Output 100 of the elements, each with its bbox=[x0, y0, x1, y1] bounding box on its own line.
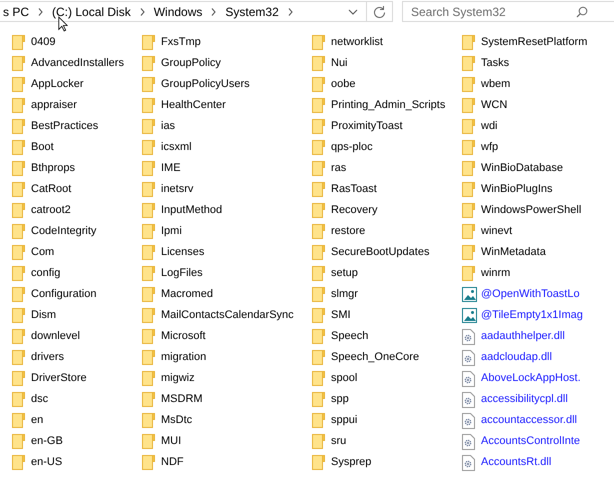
folder-name[interactable]: LogFiles bbox=[161, 265, 203, 282]
file-name[interactable]: accountaccessor.dll bbox=[481, 412, 577, 429]
search-icon[interactable] bbox=[576, 6, 588, 18]
folder-name[interactable]: Ipmi bbox=[161, 223, 182, 240]
folder-name[interactable]: DriverStore bbox=[31, 370, 87, 387]
folder-name[interactable]: Boot bbox=[31, 139, 54, 156]
folder-name[interactable]: networklist bbox=[331, 34, 383, 51]
folder-name[interactable]: config bbox=[31, 265, 60, 282]
search-input[interactable]: Search System32 bbox=[411, 2, 576, 20]
file-name[interactable]: AccountsControlInte bbox=[481, 433, 580, 450]
folder-name[interactable]: Recovery bbox=[331, 202, 378, 219]
breadcrumb-segment[interactable]: s PC bbox=[0, 2, 32, 20]
folder-name[interactable]: SystemResetPlatform bbox=[481, 34, 588, 51]
folder-name[interactable]: dsc bbox=[31, 391, 48, 408]
folder-name[interactable]: GroupPolicyUsers bbox=[161, 76, 250, 93]
refresh-icon[interactable] bbox=[373, 5, 386, 18]
gear-file-icon bbox=[462, 370, 475, 386]
folder-name[interactable]: 0409 bbox=[31, 34, 56, 51]
folder-name[interactable]: catroot2 bbox=[31, 202, 71, 219]
folder-name[interactable]: wfp bbox=[481, 139, 498, 156]
folder-name[interactable]: Licenses bbox=[161, 244, 204, 261]
folder-name[interactable]: ias bbox=[161, 118, 176, 135]
folder-name[interactable]: wbem bbox=[481, 76, 510, 93]
folder-name[interactable]: NDF bbox=[161, 454, 184, 471]
folder-name[interactable]: HealthCenter bbox=[161, 97, 226, 114]
folder-name[interactable]: sru bbox=[331, 433, 346, 450]
folder-name[interactable]: WinBioDatabase bbox=[481, 160, 563, 177]
chevron-icon[interactable] bbox=[211, 8, 216, 16]
file-name[interactable]: aadcloudap.dll bbox=[481, 349, 552, 366]
folder-icon bbox=[142, 224, 155, 239]
folder-name[interactable]: appraiser bbox=[31, 97, 77, 114]
folder-name[interactable]: restore bbox=[331, 223, 366, 240]
folder-name[interactable]: Bthprops bbox=[31, 160, 76, 177]
folder-name[interactable]: icsxml bbox=[161, 139, 192, 156]
folder-name[interactable]: MUI bbox=[161, 433, 182, 450]
folder-name[interactable]: WinBioPlugIns bbox=[481, 181, 553, 198]
folder-name[interactable]: sppui bbox=[331, 412, 358, 429]
folder-name[interactable]: en bbox=[31, 412, 44, 429]
folder-name[interactable]: SMI bbox=[331, 307, 351, 324]
folder-name[interactable]: en-US bbox=[31, 454, 62, 471]
folder-name[interactable]: WCN bbox=[481, 97, 508, 114]
folder-name[interactable]: winrm bbox=[481, 265, 510, 282]
file-name[interactable]: AboveLockAppHost. bbox=[481, 370, 581, 387]
folder-name[interactable]: Com bbox=[31, 244, 54, 261]
folder-name[interactable]: Tasks bbox=[481, 55, 510, 72]
folder-name[interactable]: FxsTmp bbox=[161, 34, 201, 51]
folder-name[interactable]: oobe bbox=[331, 76, 356, 93]
folder-name[interactable]: setup bbox=[331, 265, 358, 282]
dropdown-icon[interactable] bbox=[348, 8, 358, 14]
folder-name[interactable]: ras bbox=[331, 160, 346, 177]
folder-name[interactable]: downlevel bbox=[31, 328, 80, 345]
chevron-icon[interactable] bbox=[288, 8, 293, 16]
folder-name[interactable]: MsDtc bbox=[161, 412, 192, 429]
breadcrumb-segment[interactable]: (C:) Local Disk bbox=[49, 2, 134, 20]
folder-name[interactable]: Configuration bbox=[31, 286, 96, 303]
folder-name[interactable]: qps-ploc bbox=[331, 139, 373, 156]
folder-name[interactable]: wdi bbox=[481, 118, 498, 135]
chevron-icon[interactable] bbox=[140, 8, 145, 16]
file-name[interactable]: AccountsRt.dll bbox=[481, 454, 552, 471]
folder-name[interactable]: Macromed bbox=[161, 286, 213, 303]
folder-name[interactable]: WindowsPowerShell bbox=[481, 202, 582, 219]
folder-name[interactable]: InputMethod bbox=[161, 202, 222, 219]
folder-name[interactable]: CatRoot bbox=[31, 181, 72, 198]
file-name[interactable]: aadauthhelper.dll bbox=[481, 328, 565, 345]
folder-name[interactable]: migration bbox=[161, 349, 206, 366]
folder-name[interactable]: Dism bbox=[31, 307, 56, 324]
folder-name[interactable]: AppLocker bbox=[31, 76, 84, 93]
folder-name[interactable]: CodeIntegrity bbox=[31, 223, 96, 240]
folder-name[interactable]: inetsrv bbox=[161, 181, 194, 198]
folder-name[interactable]: MSDRM bbox=[161, 391, 203, 408]
folder-name[interactable]: drivers bbox=[31, 349, 64, 366]
folder-name[interactable]: IME bbox=[161, 160, 181, 177]
folder-name[interactable]: Printing_Admin_Scripts bbox=[331, 97, 446, 114]
folder-name[interactable]: ProximityToast bbox=[331, 118, 403, 135]
address-bar[interactable]: s PC (C:) Local Disk Windows System32 bbox=[0, 1, 393, 22]
chevron-icon[interactable] bbox=[38, 8, 44, 16]
folder-name[interactable]: slmgr bbox=[331, 286, 358, 303]
folder-name[interactable]: Speech bbox=[331, 328, 368, 345]
file-name[interactable]: @TileEmpty1x1Imag bbox=[481, 307, 583, 324]
folder-name[interactable]: Nui bbox=[331, 55, 348, 72]
folder-name[interactable]: MailContactsCalendarSync bbox=[161, 307, 294, 324]
folder-name[interactable]: SecureBootUpdates bbox=[331, 244, 430, 261]
folder-name[interactable]: Speech_OneCore bbox=[331, 349, 420, 366]
folder-name[interactable]: winevt bbox=[481, 223, 512, 240]
search-field[interactable]: Search System32 bbox=[402, 1, 614, 22]
breadcrumb-segment[interactable]: Windows bbox=[150, 2, 206, 20]
folder-name[interactable]: Microsoft bbox=[161, 328, 206, 345]
folder-name[interactable]: migwiz bbox=[161, 370, 195, 387]
file-name[interactable]: accessibilitycpl.dll bbox=[481, 391, 568, 408]
folder-name[interactable]: en-GB bbox=[31, 433, 63, 450]
folder-name[interactable]: AdvancedInstallers bbox=[31, 55, 124, 72]
folder-name[interactable]: RasToast bbox=[331, 181, 377, 198]
folder-name[interactable]: spp bbox=[331, 391, 349, 408]
file-name[interactable]: @OpenWithToastLo bbox=[481, 286, 580, 303]
breadcrumb-segment[interactable]: System32 bbox=[222, 2, 282, 20]
folder-name[interactable]: BestPractices bbox=[31, 118, 98, 135]
folder-name[interactable]: WinMetadata bbox=[481, 244, 546, 261]
folder-name[interactable]: Sysprep bbox=[331, 454, 372, 471]
folder-name[interactable]: GroupPolicy bbox=[161, 55, 221, 72]
folder-name[interactable]: spool bbox=[331, 370, 358, 387]
